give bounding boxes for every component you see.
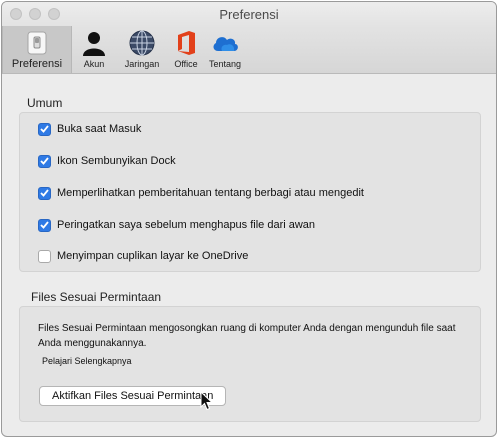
option-save-screenshots[interactable]: Menyimpan cuplikan layar ke OneDrive [38,248,248,264]
globe-icon [129,30,155,61]
preferences-toolbar: Preferensi Akun Jaringan Office Tentang [2,26,496,74]
files-on-demand-group-title: Files Sesuai Permintaan [31,290,162,304]
cloud-icon [210,30,240,61]
mouse-pointer-icon [200,390,214,416]
checkbox-checked-icon[interactable] [38,154,51,168]
option-label: Ikon Sembunyikan Dock [57,155,176,167]
switch-icon [24,30,50,61]
preferences-window: Preferensi Preferensi Akun Jaringan Offi… [1,1,497,437]
files-on-demand-description: Files Sesuai Permintaan mengosongkan rua… [38,323,456,349]
option-label: Peringatkan saya sebelum menghapus file … [57,219,316,231]
option-label: Menyimpan cuplikan layar ke OneDrive [57,250,249,262]
option-label: Buka saat Masuk [57,123,142,135]
tab-preferensi[interactable]: Preferensi [2,26,72,73]
checkbox-checked-icon[interactable] [38,122,51,136]
tab-label: Preferensi [11,58,63,70]
checkbox-checked-icon[interactable] [38,186,51,200]
tab-label: Office [174,59,198,69]
option-open-at-login[interactable]: Buka saat Masuk [38,121,141,137]
tab-jaringan[interactable]: Jaringan [118,26,166,73]
learn-more-link[interactable]: Pelajari Selengkapnya [42,356,132,366]
window-title: Preferensi [219,7,279,22]
general-group-title: Umum [27,96,63,110]
enable-files-on-demand-button[interactable]: Aktifkan Files Sesuai Permintaan [39,386,227,406]
office-logo-icon [174,30,198,61]
option-hide-dock-icon[interactable]: Ikon Sembunyikan Dock [38,153,176,169]
option-warn-before-delete[interactable]: Peringatkan saya sebelum menghapus file … [38,217,315,233]
tab-label: Akun [83,59,105,69]
tab-akun[interactable]: Akun [72,26,116,73]
files-on-demand-panel: Files Sesuai Permintaan mengosongkan rua… [19,306,481,422]
tab-tentang[interactable]: Tentang [204,26,246,73]
tab-office[interactable]: Office [168,26,204,73]
option-label: Memperlihatkan pemberitahuan tentang ber… [57,187,364,199]
checkbox-unchecked-icon[interactable] [38,249,51,263]
checkbox-checked-icon[interactable] [38,218,51,232]
person-icon [81,30,107,61]
general-panel: Buka saat Masuk Ikon Sembunyikan Dock Me… [19,112,481,272]
option-show-sharing-notifications[interactable]: Memperlihatkan pemberitahuan tentang ber… [38,185,364,201]
tab-label: Jaringan [124,59,160,69]
title-bar: Preferensi [2,2,496,26]
tab-label: Tentang [208,59,242,69]
